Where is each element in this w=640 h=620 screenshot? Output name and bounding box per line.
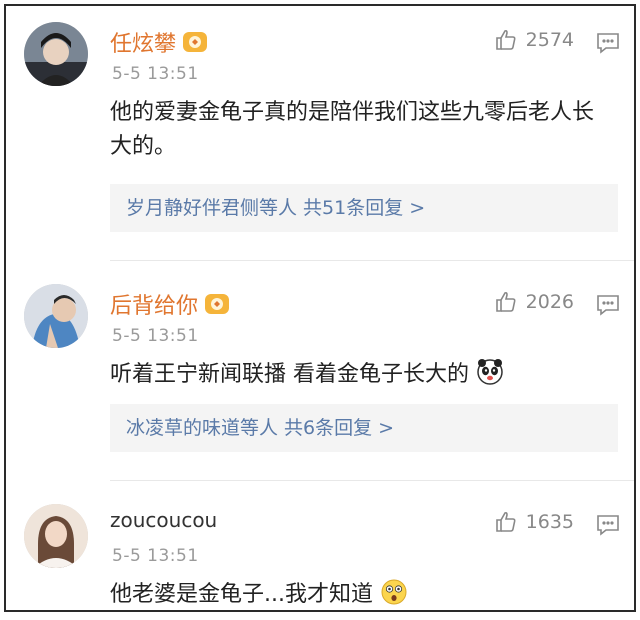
replies-link[interactable]: 冰凌草的味道等人 共6条回复 > [110,404,618,452]
comment-item: zoucoucou 5-5 13:51 1635 他老婆是金龟子...我才知道 [6,494,634,610]
thumbs-up-icon [495,29,516,50]
vip-badge-icon [205,294,230,314]
vip-badge-icon [183,32,208,52]
avatar[interactable] [24,504,88,568]
comment-text: 听着王宁新闻联播 看着金龟子长大的 [110,358,610,392]
divider [110,480,634,481]
like-button[interactable]: 2574 [494,28,574,52]
comment-text-content: 他老婆是金龟子...我才知道 [110,582,373,607]
comment-time: 5-5 13:51 [112,64,199,84]
like-button[interactable]: 1635 [494,510,574,534]
comment-text: 他的爱妻金龟子真的是陪伴我们这些九零后老人长大的。 [110,100,595,159]
thumbs-up-icon [495,291,516,312]
comment-reply-icon[interactable] [596,32,620,54]
like-count: 2026 [525,291,574,313]
username[interactable]: zoucoucou [110,508,217,532]
username-text[interactable]: 任炫攀 [110,26,176,58]
panda-emoji-icon [477,359,503,385]
like-count: 1635 [525,511,574,533]
thumbs-up-icon [495,511,516,532]
comment-reply-icon[interactable] [596,294,620,316]
avatar[interactable] [24,284,88,348]
username-text[interactable]: 后背给你 [110,288,198,320]
divider [110,260,634,261]
username[interactable]: 任炫攀 [110,26,208,58]
like-button[interactable]: 2026 [494,290,574,314]
shocked-emoji-icon [381,579,407,605]
comment-item: 任炫攀 5-5 13:51 2574 他的爱妻金龟子真的是陪伴我们这些九零后老人… [6,12,634,256]
comment-text-content: 听着王宁新闻联播 看着金龟子长大的 [110,362,469,387]
like-count: 2574 [525,29,574,51]
username-text[interactable]: zoucoucou [110,508,217,532]
comment-reply-icon[interactable] [596,514,620,536]
username[interactable]: 后背给你 [110,288,230,320]
comment-time: 5-5 13:51 [112,546,199,566]
comment-item: 后背给你 5-5 13:51 2026 听着王宁新闻联播 看着金龟子长大的 冰凌… [6,274,634,478]
avatar[interactable] [24,22,88,86]
comment-text: 他老婆是金龟子...我才知道 [110,578,610,610]
replies-link[interactable]: 岁月静好伴君侧等人 共51条回复 > [110,184,618,232]
comment-time: 5-5 13:51 [112,326,199,346]
comment-list: 任炫攀 5-5 13:51 2574 他的爱妻金龟子真的是陪伴我们这些九零后老人… [4,4,636,612]
